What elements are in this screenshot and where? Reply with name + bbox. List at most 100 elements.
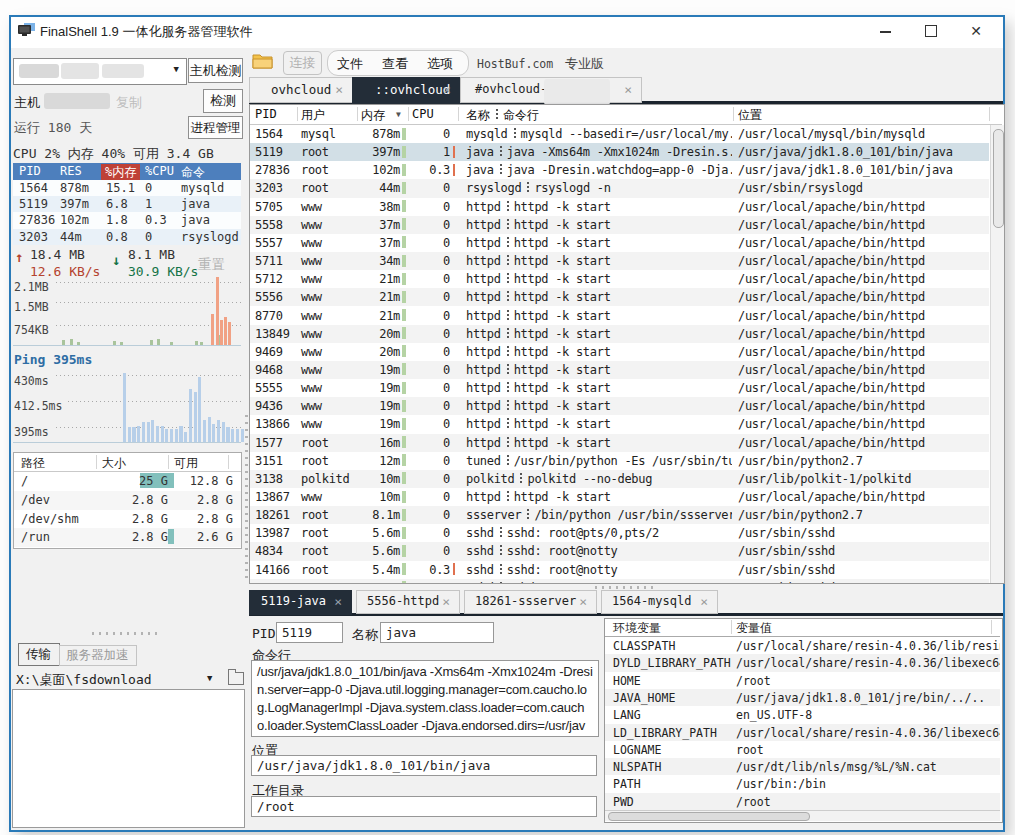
detail-tab-3[interactable]: 18261-ssserver× (464, 590, 597, 614)
process-row[interactable]: 18261root8.1m0ssserver/bin/python /usr/b… (250, 506, 989, 524)
close-icon[interactable]: × (335, 82, 343, 97)
env-row[interactable]: PATH/usr/bin:/bin (605, 775, 1000, 792)
process-row[interactable]: 13849www20m0httpdhttpd -k start/usr/loca… (250, 325, 989, 343)
tab-server-accel[interactable]: 服务器加速 (59, 645, 137, 666)
workdir-field[interactable]: /root (251, 796, 597, 817)
copy-link[interactable]: 复制 (116, 94, 142, 112)
menu-options[interactable]: 选项 (427, 55, 453, 73)
process-row[interactable]: 14166root5.4m0.3sshdsshd: root@notty/usr… (250, 561, 989, 579)
left-process-table-header[interactable]: PID RES %内存 %CPU 命令 (13, 163, 241, 180)
minimize-button[interactable] (868, 19, 902, 43)
maximize-button[interactable] (914, 19, 948, 43)
process-row[interactable]: 8770www21m0httpdhttpd -k start/usr/local… (250, 307, 989, 325)
app-icon (18, 23, 36, 38)
process-row[interactable]: 9436www19m0httpdhttpd -k start/usr/local… (250, 397, 989, 415)
process-row[interactable]: 5556www21m0httpdhttpd -k start/usr/local… (250, 288, 989, 306)
hostbuf-link[interactable]: HostBuf.com (477, 57, 553, 71)
download-path[interactable]: X:\桌面\fsdownload (16, 671, 152, 689)
horizontal-scrollbar[interactable] (605, 810, 1000, 821)
process-row[interactable]: 1577root16m0httpdhttpd -k start/usr/loca… (250, 434, 989, 452)
env-row[interactable]: LOGNAMEroot (605, 741, 1000, 758)
process-row[interactable]: 9468www19m0httpdhttpd -k start/usr/local… (250, 361, 989, 379)
process-row[interactable]: 5705www38m0httpdhttpd -k start/usr/local… (250, 198, 989, 216)
session-tab-2[interactable]: ::ovhcloud× (352, 77, 461, 104)
sort-desc-icon: ▼ (396, 110, 401, 119)
process-row[interactable]: 4751root5.1m0sshdsshd: root@notty/usr/sb… (250, 579, 989, 583)
process-row[interactable]: 9469www20m0httpdhttpd -k start/usr/local… (250, 343, 989, 361)
close-icon[interactable]: × (624, 82, 632, 97)
env-row[interactable]: LANGen_US.UTF-8 (605, 706, 1000, 723)
close-button[interactable]: ✕ (959, 19, 993, 43)
process-row[interactable]: 5558www37m0httpdhttpd -k start/usr/local… (250, 216, 989, 234)
left-process-row[interactable]: 320344m0.80rsyslogd (13, 229, 241, 245)
transfer-file-area[interactable] (12, 689, 245, 828)
cmdline-textarea[interactable]: /usr/java/jdk1.8.0_101/bin/java -Xms64m … (251, 660, 599, 737)
pro-version-link[interactable]: 专业版 (565, 55, 604, 73)
session-tab-1[interactable]: ovhcloud× (249, 77, 353, 103)
left-process-row[interactable]: 1564878m15.10mysqld (13, 180, 241, 196)
path-dropdown-icon[interactable]: ▼ (207, 673, 212, 683)
process-row[interactable]: 5711www34m0httpdhttpd -k start/usr/local… (250, 252, 989, 270)
connect-button[interactable]: 连接 (283, 51, 322, 75)
process-row[interactable]: 5555www19m0httpdhttpd -k start/usr/local… (250, 379, 989, 397)
menu-view[interactable]: 查看 (382, 55, 408, 73)
env-row[interactable]: PWD/root (605, 793, 1000, 810)
process-table-header[interactable]: PID 用户 内存 ▼ CPU 名称命令行 位置 (250, 105, 1002, 125)
ping-title: Ping 395ms (14, 352, 92, 367)
env-row[interactable]: NLSPATH/usr/dt/lib/nls/msg/%L/%N.cat (605, 758, 1000, 775)
detail-tab-1[interactable]: 5119-java× (249, 590, 352, 615)
tab-transfer[interactable]: 传输 (18, 643, 60, 666)
process-table: PID 用户 内存 ▼ CPU 名称命令行 位置 1564mysql878m0m… (249, 104, 1005, 584)
process-row[interactable]: 3151root12m0tuned/usr/bin/python -Es /us… (250, 452, 989, 470)
process-manage-button[interactable]: 进程管理 (188, 116, 243, 139)
host-check-button[interactable]: 主机检测 (188, 58, 243, 83)
check-button[interactable]: 检测 (203, 89, 243, 113)
process-row[interactable]: 5712www21m0httpdhttpd -k start/usr/local… (250, 270, 989, 288)
pid-field[interactable]: 5119 (276, 622, 343, 643)
left-process-row[interactable]: 27836102m1.80.3java (13, 212, 241, 228)
reset-link[interactable]: 重置 (198, 256, 225, 274)
process-row[interactable]: 5119root397m1javajava -Xms64m -Xmx1024m … (250, 143, 989, 161)
env-row[interactable]: CLASSPATH/usr/local/share/resin-4.0.36/l… (605, 637, 1000, 654)
disk-row[interactable]: /dev/shm2.8 G2.8 G (14, 510, 241, 529)
detail-tab-2[interactable]: 5556-httpd× (356, 590, 460, 614)
disk-row[interactable]: /run2.8 G2.6 G (14, 528, 241, 547)
process-row[interactable]: 1564mysql878m0mysqldmysqld --basedir=/us… (250, 125, 989, 143)
env-row[interactable]: LD_LIBRARY_PATH/usr/local/share/resin-4.… (605, 724, 1000, 741)
host-label: 主机 (14, 94, 40, 112)
folder-icon[interactable] (252, 52, 273, 70)
process-row[interactable]: 4834root5.6m0sshdsshd: root@notty/usr/sb… (250, 542, 989, 560)
env-row[interactable]: DYLD_LIBRARY_PATH/usr/local/share/resin-… (605, 654, 1000, 671)
process-row[interactable]: 3203root44m0rsyslogdrsyslogd -n/usr/sbin… (250, 179, 989, 197)
open-folder-icon[interactable] (228, 672, 244, 685)
chevron-down-icon: ▼ (174, 64, 179, 74)
env-row[interactable]: HOME/root (605, 672, 1000, 689)
left-process-row[interactable]: 5119397m6.81java (13, 196, 241, 212)
process-row[interactable]: 5557www37m0httpdhttpd -k start/usr/local… (250, 234, 989, 252)
connection-combobox[interactable]: ▼ (13, 58, 187, 85)
menu-file[interactable]: 文件 (337, 55, 363, 73)
name-field[interactable]: java (380, 622, 494, 643)
process-row[interactable]: 27836root102m0.3javajava -Dresin.watchdo… (250, 161, 989, 179)
uptime-text: 运行 180 天 (14, 119, 92, 137)
process-row[interactable]: 13867www10m0httpdhttpd -k start/usr/loca… (250, 488, 989, 506)
host-value-redacted (44, 93, 110, 109)
disk-row[interactable]: /25 G12.8 G (14, 472, 241, 491)
process-row[interactable]: 13987root5.6m0sshdsshd: root@pts/0,pts/2… (250, 524, 989, 542)
download-arrow-icon: ↓ (112, 252, 120, 268)
upload-arrow-icon: ↑ (15, 249, 23, 265)
close-icon[interactable]: × (443, 82, 451, 97)
name-label: 名称 (352, 626, 378, 644)
scrollbar-thumb[interactable] (993, 129, 1004, 228)
redaction-blur (544, 79, 610, 105)
disk-row[interactable]: /dev2.8 G2.8 G (14, 491, 241, 510)
vertical-scrollbar[interactable] (990, 125, 1004, 583)
process-row[interactable]: 3138polkitd10m0polkitdpolkitd --no-debug… (250, 470, 989, 488)
left-process-table: PID RES %内存 %CPU 命令 1564878m15.10mysqld5… (13, 163, 241, 245)
location-field[interactable]: /usr/java/jdk1.8.0_101/bin/java (251, 755, 597, 776)
env-row[interactable]: JAVA_HOME/usr/java/jdk1.8.0_101/jre/bin/… (605, 689, 1000, 706)
process-row[interactable]: 13866www19m0httpdhttpd -k start/usr/loca… (250, 415, 989, 433)
scrollbar-thumb[interactable] (608, 812, 810, 821)
network-chart (13, 277, 241, 345)
detail-tab-4[interactable]: 1564-mysqld× (601, 590, 718, 614)
